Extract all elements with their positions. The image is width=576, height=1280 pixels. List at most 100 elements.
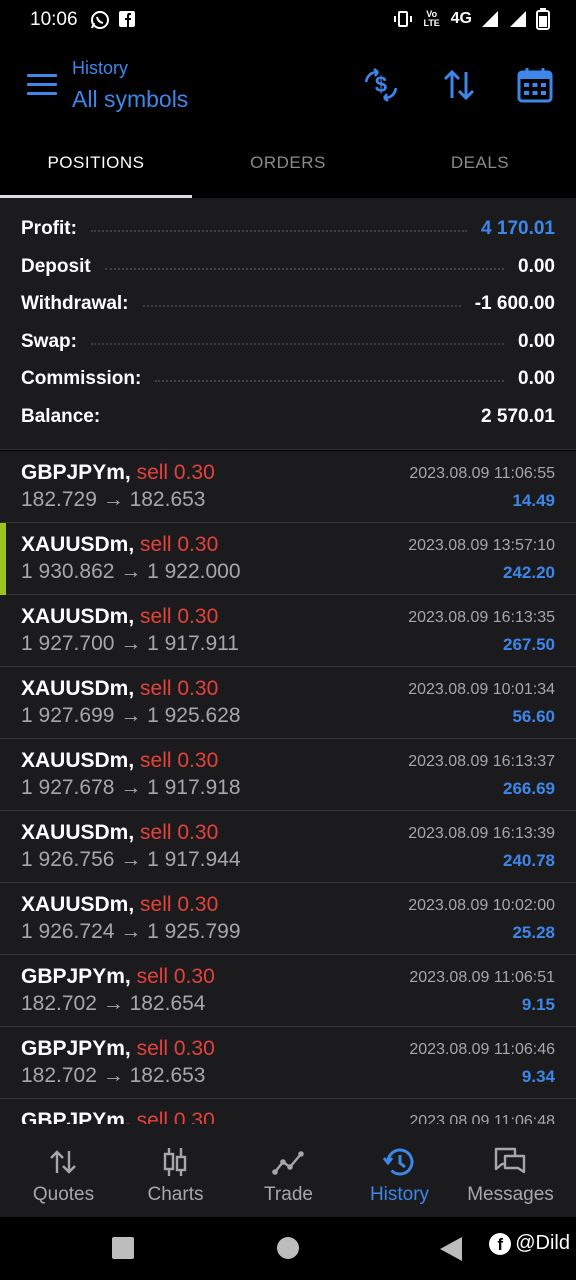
position-side: sell 0.30 xyxy=(140,893,219,916)
selected-indicator xyxy=(0,523,6,595)
tab-orders[interactable]: ORDERS xyxy=(192,130,384,198)
nav-trade[interactable]: Trade xyxy=(231,1124,346,1217)
calendar-icon[interactable] xyxy=(516,66,554,104)
position-time: 2023.08.09 11:06:46 xyxy=(409,1041,555,1058)
summary-row-commission: Commission: 0.00 xyxy=(21,366,555,392)
back-button[interactable] xyxy=(440,1237,462,1261)
nav-history[interactable]: History xyxy=(342,1124,457,1217)
status-bar: 10:06 Vo LTE 4G xyxy=(0,0,576,44)
summary-label: Swap: xyxy=(21,331,77,352)
battery-icon xyxy=(536,8,550,30)
position-symbol-line: XAUUSDm, sell 0.30 xyxy=(21,893,218,917)
summary-value: 0.00 xyxy=(518,331,555,352)
position-profit: 240.78 xyxy=(503,851,555,870)
position-time: 2023.08.09 16:13:35 xyxy=(408,609,555,626)
position-time: 2023.08.09 11:06:55 xyxy=(409,465,555,482)
summary-row-deposit: Deposit 0.00 xyxy=(21,254,555,280)
position-prices: 1 926.724 → 1 925.799 xyxy=(21,920,241,943)
sort-icon[interactable] xyxy=(440,66,478,104)
nav-label: Messages xyxy=(467,1184,554,1205)
signal-icon xyxy=(482,11,498,27)
home-button[interactable] xyxy=(277,1237,299,1259)
position-prices: 182.729 → 182.653 xyxy=(21,488,206,511)
symbol-selector[interactable]: All symbols xyxy=(72,86,188,113)
recents-button[interactable] xyxy=(112,1237,134,1259)
nav-quotes[interactable]: Quotes xyxy=(6,1124,121,1217)
position-symbol: GBPJPYm, xyxy=(21,965,131,988)
position-symbol-line: GBPJPYm, sell 0.30 xyxy=(21,1037,215,1061)
position-profit: 9.34 xyxy=(521,1067,555,1086)
header-subtitle: History xyxy=(72,58,129,78)
position-prices: 1 927.699 → 1 925.628 xyxy=(21,704,241,727)
position-symbol-line: GBPJPYm, sell 0.30 xyxy=(21,461,215,485)
summary-label: Deposit xyxy=(21,256,91,277)
nav-messages[interactable]: Messages xyxy=(453,1124,568,1217)
position-row[interactable]: XAUUSDm, sell 0.30 1 930.862 → 1 922.000… xyxy=(0,523,576,595)
position-row[interactable]: GBPJPYm, sell 0.30 2023.08.09 11:06:48 xyxy=(0,1099,576,1124)
position-row[interactable]: GBPJPYm, sell 0.30 182.702 → 182.654 202… xyxy=(0,955,576,1027)
position-row[interactable]: XAUUSDm, sell 0.30 1 927.700 → 1 917.911… xyxy=(0,595,576,667)
position-profit: 14.49 xyxy=(512,491,555,510)
summary-label: Commission: xyxy=(21,368,142,389)
position-time: 2023.08.09 11:06:51 xyxy=(409,969,555,986)
history-icon xyxy=(382,1148,414,1176)
summary-label: Profit: xyxy=(21,218,77,239)
position-symbol-line: GBPJPYm, sell 0.30 xyxy=(21,1109,215,1124)
menu-icon[interactable] xyxy=(27,74,57,96)
trade-icon xyxy=(272,1151,304,1175)
position-symbol: XAUUSDm, xyxy=(21,533,135,556)
position-profit: 267.50 xyxy=(503,635,555,654)
position-time: 2023.08.09 10:01:34 xyxy=(408,681,555,698)
position-side: sell 0.30 xyxy=(140,821,219,844)
position-symbol-line: GBPJPYm, sell 0.30 xyxy=(21,965,215,989)
summary-value: 0.00 xyxy=(518,256,555,277)
position-symbol: GBPJPYm, xyxy=(21,1037,131,1060)
tab-bar: POSITIONS ORDERS DEALS xyxy=(0,130,576,198)
positions-list[interactable]: GBPJPYm, sell 0.30 182.729 → 182.653 202… xyxy=(0,451,576,1124)
position-prices: 1 927.700 → 1 917.911 xyxy=(21,632,239,655)
summary-row-swap: Swap: 0.00 xyxy=(21,329,555,355)
summary-label: Balance: xyxy=(21,406,101,427)
whatsapp-icon xyxy=(91,11,109,29)
dotted-leader xyxy=(90,339,505,345)
position-symbol-line: XAUUSDm, sell 0.30 xyxy=(21,605,218,629)
tab-positions[interactable]: POSITIONS xyxy=(0,130,192,198)
nav-label: Trade xyxy=(264,1184,313,1205)
position-side: sell 0.30 xyxy=(136,1109,215,1124)
position-profit: 25.28 xyxy=(512,923,555,942)
position-row[interactable]: XAUUSDm, sell 0.30 1 926.756 → 1 917.944… xyxy=(0,811,576,883)
position-prices: 1 926.756 → 1 917.944 xyxy=(21,848,241,871)
dotted-leader xyxy=(142,301,461,307)
position-time: 2023.08.09 11:06:48 xyxy=(409,1113,555,1124)
summary-row-balance: Balance: 2 570.01 xyxy=(21,404,555,430)
currency-exchange-icon[interactable]: $ xyxy=(362,66,400,104)
position-time: 2023.08.09 13:57:10 xyxy=(408,537,555,554)
position-side: sell 0.30 xyxy=(136,461,215,484)
position-symbol-line: XAUUSDm, sell 0.30 xyxy=(21,533,218,557)
position-row[interactable]: GBPJPYm, sell 0.30 182.729 → 182.653 202… xyxy=(0,451,576,523)
watermark-text: @Dild xyxy=(515,1232,570,1254)
nav-charts[interactable]: Charts xyxy=(118,1124,233,1217)
position-row[interactable]: GBPJPYm, sell 0.30 182.702 → 182.653 202… xyxy=(0,1027,576,1099)
position-row[interactable]: XAUUSDm, sell 0.30 1 927.678 → 1 917.918… xyxy=(0,739,576,811)
position-row[interactable]: XAUUSDm, sell 0.30 1 926.724 → 1 925.799… xyxy=(0,883,576,955)
position-time: 2023.08.09 10:02:00 xyxy=(408,897,555,914)
position-symbol: XAUUSDm, xyxy=(21,605,135,628)
summary-value: 2 570.01 xyxy=(481,406,555,427)
system-navigation-bar: f @Dild xyxy=(0,1217,576,1280)
summary-row-profit: Profit: 4 170.01 xyxy=(21,216,555,242)
bottom-navigation: Quotes Charts Trade History Messages xyxy=(0,1124,576,1217)
summary-label: Withdrawal: xyxy=(21,293,129,314)
tab-deals[interactable]: DEALS xyxy=(384,130,576,198)
status-time: 10:06 xyxy=(30,9,78,30)
app-header: History All symbols $ xyxy=(0,44,576,130)
position-prices: 1 927.678 → 1 917.918 xyxy=(21,776,241,799)
position-symbol-line: XAUUSDm, sell 0.30 xyxy=(21,677,218,701)
position-prices: 182.702 → 182.654 xyxy=(21,992,206,1015)
dotted-leader xyxy=(155,376,505,382)
position-row[interactable]: XAUUSDm, sell 0.30 1 927.699 → 1 925.628… xyxy=(0,667,576,739)
nav-label: Quotes xyxy=(32,1184,95,1205)
position-prices: 182.702 → 182.653 xyxy=(21,1064,206,1087)
position-side: sell 0.30 xyxy=(140,677,219,700)
watermark: f @Dild xyxy=(489,1232,570,1255)
